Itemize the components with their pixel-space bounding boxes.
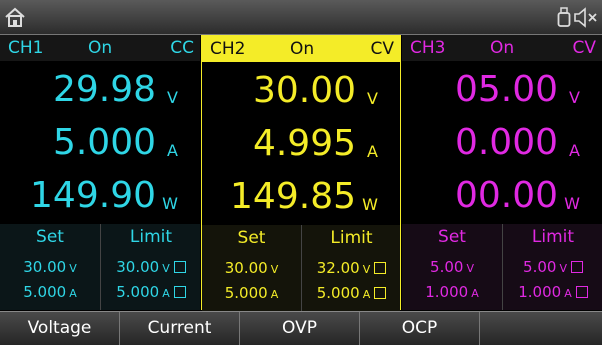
softkey-bar: Voltage Current OVP OCP: [0, 311, 602, 345]
measurements: 05.00 V 0.000 A 00.00 W: [402, 62, 602, 223]
voltage-unit: V: [367, 89, 378, 108]
status-bar: [0, 0, 602, 35]
blank-softkey[interactable]: [480, 312, 602, 345]
power-value: 149.90: [30, 175, 156, 216]
home-icon[interactable]: [4, 6, 26, 28]
channel-header: CH2 On CV: [202, 36, 400, 62]
current-value: 4.995: [252, 123, 356, 164]
channel-name: CH3: [410, 38, 446, 58]
output-state: On: [290, 39, 315, 59]
set-limit-section: Set 30.00 V 5.000 A Limit 32.00 V 5.000 A: [202, 225, 400, 311]
limit-current[interactable]: 5.000 A: [101, 280, 201, 304]
voltage-unit: V: [569, 88, 580, 107]
limit-current-checkbox[interactable]: [575, 286, 588, 298]
limit-column[interactable]: Limit 30.00 V 5.000 A: [100, 224, 201, 310]
limit-voltage[interactable]: 30.00 V: [101, 255, 201, 279]
limit-current-checkbox[interactable]: [173, 286, 186, 298]
current-softkey[interactable]: Current: [120, 312, 240, 345]
set-column[interactable]: Set 5.00 V 1.000 A: [402, 224, 502, 310]
power-unit: W: [564, 194, 580, 213]
measurements: 30.00 V 4.995 A 149.85 W: [202, 63, 400, 224]
ocp-softkey[interactable]: OCP: [360, 312, 480, 345]
voltage-value: 29.98: [52, 69, 156, 110]
current-reading: 0.000 A: [402, 117, 602, 165]
power-value: 149.85: [230, 176, 356, 217]
set-current[interactable]: 1.000 A: [402, 280, 502, 304]
regulation-mode: CV: [572, 38, 597, 58]
set-voltage[interactable]: 5.00 V: [402, 255, 502, 279]
limit-column[interactable]: Limit 5.00 V 1.000 A: [502, 224, 602, 310]
voltage-softkey[interactable]: Voltage: [0, 312, 120, 345]
voltage-value: 30.00: [252, 70, 356, 111]
current-unit: A: [367, 142, 378, 161]
channel-1-panel[interactable]: CH1 On CC 29.98 V 5.000 A 149.90 W Set 3…: [0, 35, 200, 310]
output-state: On: [490, 38, 515, 58]
limit-label: Limit: [531, 227, 575, 247]
set-label: Set: [36, 227, 64, 247]
channel-3-panel[interactable]: CH3 On CV 05.00 V 0.000 A 00.00 W Set 5.…: [402, 35, 602, 310]
limit-label: Limit: [129, 227, 173, 247]
limit-voltage[interactable]: 5.00 V: [503, 255, 602, 279]
set-voltage[interactable]: 30.00 V: [0, 255, 100, 279]
limit-column[interactable]: Limit 32.00 V 5.000 A: [301, 225, 401, 311]
regulation-mode: CV: [370, 39, 395, 59]
power-reading: 149.85 W: [202, 171, 400, 219]
channel-name: CH1: [8, 38, 44, 58]
voltage-reading: 05.00 V: [402, 64, 602, 112]
limit-current[interactable]: 5.000 A: [302, 281, 401, 305]
speaker-mute-icon[interactable]: [573, 7, 599, 28]
limit-label: Limit: [330, 228, 373, 248]
voltage-value: 05.00: [454, 69, 558, 110]
channel-name: CH2: [210, 39, 246, 59]
voltage-unit: V: [167, 88, 178, 107]
limit-current-checkbox[interactable]: [374, 287, 387, 299]
current-unit: A: [167, 141, 178, 160]
channel-header: CH1 On CC: [0, 35, 200, 61]
limit-voltage[interactable]: 32.00 V: [302, 256, 401, 280]
set-label: Set: [438, 227, 466, 247]
set-current[interactable]: 5.000 A: [202, 281, 301, 305]
set-column[interactable]: Set 30.00 V 5.000 A: [202, 225, 301, 311]
power-unit: W: [362, 195, 378, 214]
set-current[interactable]: 5.000 A: [0, 280, 100, 304]
voltage-reading: 30.00 V: [202, 65, 400, 113]
current-unit: A: [569, 141, 580, 160]
power-value: 00.00: [454, 175, 558, 216]
set-limit-section: Set 30.00 V 5.000 A Limit 30.00 V 5.000 A: [0, 224, 200, 310]
limit-voltage-checkbox[interactable]: [374, 262, 387, 274]
usb-icon: [557, 7, 571, 27]
voltage-reading: 29.98 V: [0, 64, 200, 112]
measurements: 29.98 V 5.000 A 149.90 W: [0, 62, 200, 223]
current-value: 5.000: [52, 122, 156, 163]
ovp-softkey[interactable]: OVP: [240, 312, 360, 345]
output-state: On: [88, 38, 113, 58]
channel-header: CH3 On CV: [402, 35, 602, 61]
limit-voltage-checkbox[interactable]: [570, 261, 583, 273]
limit-current[interactable]: 1.000 A: [503, 280, 602, 304]
power-reading: 00.00 W: [402, 170, 602, 218]
regulation-mode: CC: [170, 38, 194, 58]
power-unit: W: [162, 194, 178, 213]
current-value: 0.000: [454, 122, 558, 163]
set-column[interactable]: Set 30.00 V 5.000 A: [0, 224, 100, 310]
set-voltage[interactable]: 30.00 V: [202, 256, 301, 280]
set-limit-section: Set 5.00 V 1.000 A Limit 5.00 V 1.000 A: [402, 224, 602, 310]
current-reading: 4.995 A: [202, 118, 400, 166]
current-reading: 5.000 A: [0, 117, 200, 165]
limit-voltage-checkbox[interactable]: [173, 261, 186, 273]
set-label: Set: [237, 228, 266, 248]
power-reading: 149.90 W: [0, 170, 200, 218]
channel-2-panel[interactable]: CH2 On CV 30.00 V 4.995 A 149.85 W Set 3…: [201, 35, 401, 311]
